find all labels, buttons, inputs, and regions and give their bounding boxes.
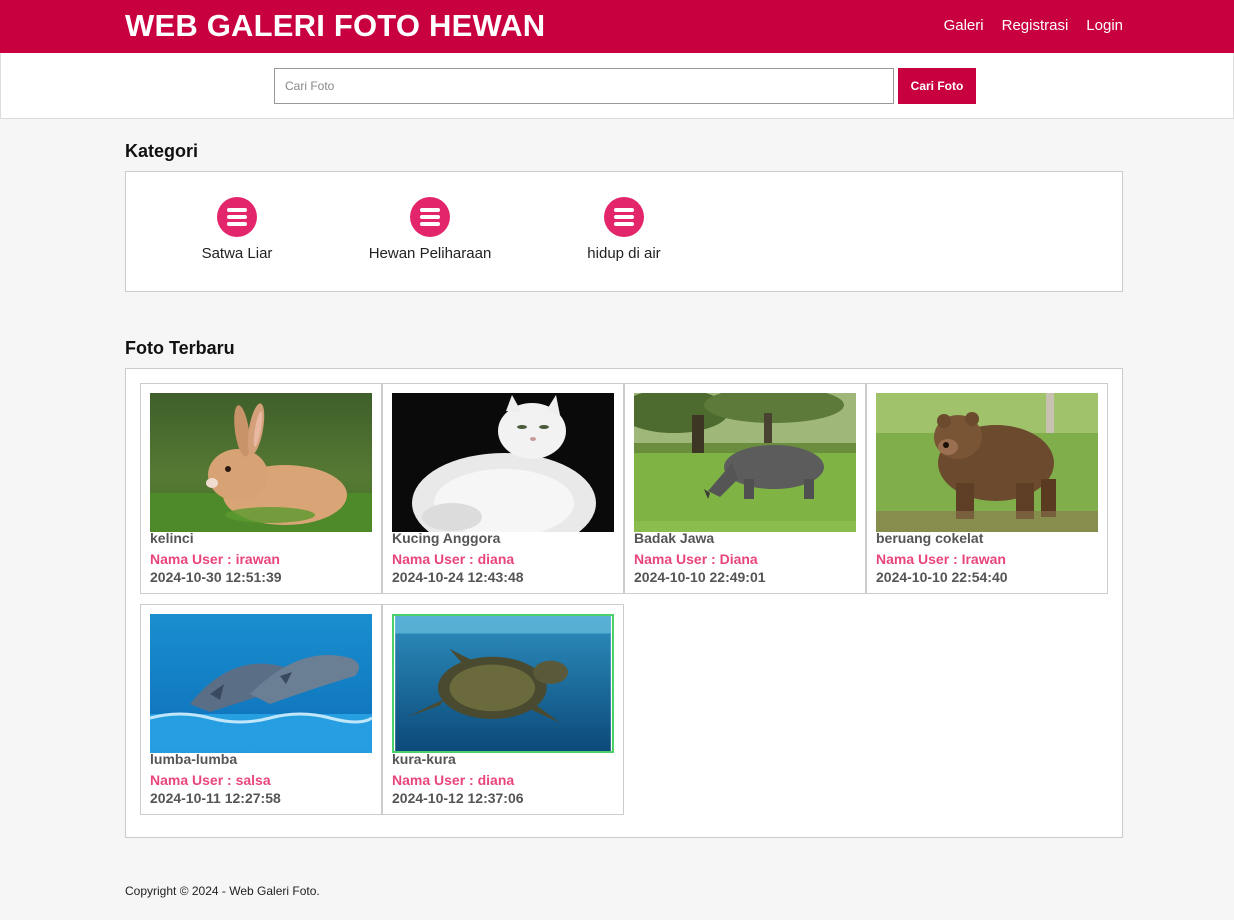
photo-card[interactable]: kelinci Nama User : irawan 2024-10-30 12… [140, 383, 382, 594]
footer-copyright: Copyright © 2024 - Web Galeri Foto. [125, 884, 320, 898]
foto-terbaru-box: kelinci Nama User : irawan 2024-10-30 12… [125, 368, 1123, 838]
main-nav: Galeri Registrasi Login [944, 17, 1123, 34]
photo-date: 2024-10-10 22:54:40 [876, 569, 1008, 585]
category-satwa-liar[interactable]: Satwa Liar [167, 197, 307, 262]
kategori-title: Kategori [125, 141, 199, 161]
search-bar: Cari Foto [0, 53, 1234, 119]
photo-user: Nama User : Irawan [876, 551, 1006, 567]
photo-title: Badak Jawa [634, 530, 715, 546]
turtle-photo [392, 614, 614, 753]
nav-galeri[interactable]: Galeri [944, 17, 984, 34]
photo-title: Kucing Anggora [392, 530, 501, 546]
photo-title: kura-kura [392, 751, 456, 767]
photo-date: 2024-10-12 12:37:06 [392, 790, 524, 806]
photo-user: Nama User : irawan [150, 551, 280, 567]
bear-photo [876, 393, 1098, 532]
rhino-photo [634, 393, 856, 532]
photo-title: lumba-lumba [150, 751, 238, 767]
category-hewan-peliharaan[interactable]: Hewan Peliharaan [360, 197, 500, 262]
photo-user: Nama User : salsa [150, 772, 271, 788]
photo-date: 2024-10-30 12:51:39 [150, 569, 282, 585]
category-label: hidup di air [587, 245, 661, 262]
photo-user: Nama User : diana [392, 772, 515, 788]
list-icon [217, 197, 257, 237]
photo-user: Nama User : diana [392, 551, 515, 567]
photo-title: kelinci [150, 530, 194, 546]
photo-date: 2024-10-24 12:43:48 [392, 569, 524, 585]
kategori-box: Satwa Liar Hewan Peliharaan hidup di air [125, 171, 1123, 292]
site-header: WEB GALERI FOTO HEWAN Galeri Registrasi … [0, 0, 1234, 53]
nav-registrasi[interactable]: Registrasi [1002, 17, 1069, 34]
site-brand[interactable]: WEB GALERI FOTO HEWAN [125, 8, 545, 44]
photo-card[interactable]: Kucing Anggora Nama User : diana 2024-10… [382, 383, 624, 594]
rabbit-photo [150, 393, 372, 532]
dolphin-photo [150, 614, 372, 753]
photo-card[interactable]: Badak Jawa Nama User : Diana 2024-10-10 … [624, 383, 866, 594]
photo-user: Nama User : Diana [634, 551, 758, 567]
photo-card[interactable]: kura-kura Nama User : diana 2024-10-12 1… [382, 604, 624, 815]
category-hidup-di-air[interactable]: hidup di air [554, 197, 694, 262]
photo-date: 2024-10-10 22:49:01 [634, 569, 766, 585]
photo-title: beruang cokelat [876, 530, 984, 546]
photo-card[interactable]: beruang cokelat Nama User : Irawan 2024-… [866, 383, 1108, 594]
nav-login[interactable]: Login [1086, 17, 1123, 34]
category-label: Hewan Peliharaan [368, 245, 492, 262]
photo-card[interactable]: lumba-lumba Nama User : salsa 2024-10-11… [140, 604, 382, 815]
photo-date: 2024-10-11 12:27:58 [150, 790, 281, 806]
category-label: Satwa Liar [201, 245, 273, 262]
search-input[interactable] [274, 68, 894, 104]
search-button[interactable]: Cari Foto [898, 68, 976, 104]
list-icon [604, 197, 644, 237]
foto-terbaru-title: Foto Terbaru [125, 338, 235, 358]
cat-photo [392, 393, 614, 532]
list-icon [410, 197, 450, 237]
